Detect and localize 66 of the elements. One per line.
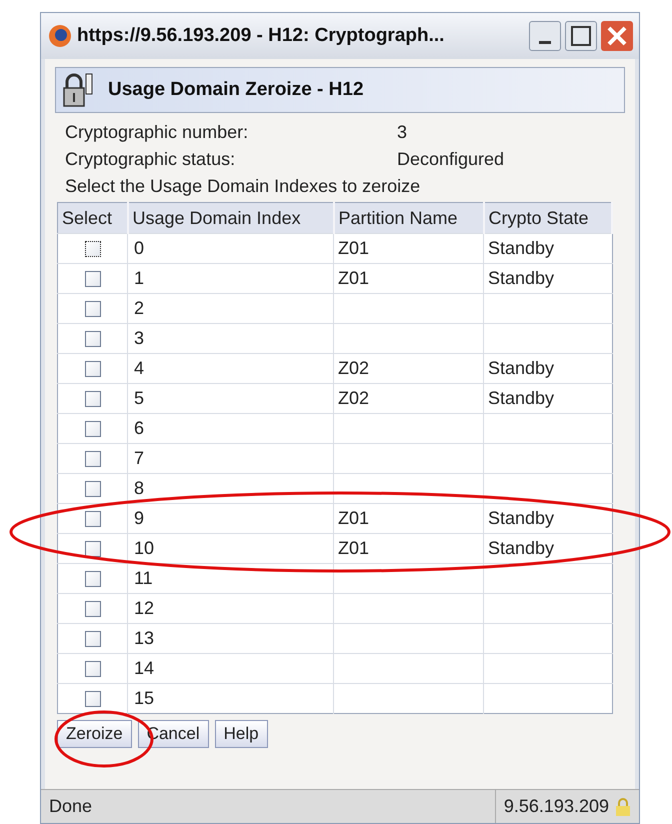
status-text: Done — [48, 795, 94, 818]
table-cell: 9 — [128, 504, 334, 534]
row-checkbox[interactable] — [84, 420, 100, 436]
row-checkbox[interactable] — [84, 600, 100, 616]
table-cell: Z02 — [334, 384, 484, 414]
table-cell: Standby — [484, 534, 612, 564]
table-cell: 10 — [128, 534, 334, 564]
info-value: 3 — [397, 121, 408, 144]
maximize-button[interactable] — [565, 21, 597, 51]
table-cell: 14 — [128, 654, 334, 684]
table-cell: 5 — [128, 384, 334, 414]
dialog-button[interactable]: Help — [214, 720, 268, 748]
row-checkbox[interactable] — [84, 240, 100, 256]
column-header: Usage Domain Index — [128, 202, 334, 234]
table-cell: 4 — [128, 354, 334, 384]
close-icon — [606, 25, 628, 47]
column-header: Partition Name — [334, 202, 484, 234]
table-cell: Z01 — [334, 504, 484, 534]
row-checkbox[interactable] — [84, 690, 100, 706]
row-checkbox[interactable] — [84, 330, 100, 346]
row-checkbox[interactable] — [84, 630, 100, 646]
info-label: Cryptographic number: — [65, 121, 250, 144]
info-value: Deconfigured — [397, 148, 504, 171]
table-cell: Standby — [484, 504, 612, 534]
close-button[interactable] — [601, 21, 633, 51]
row-checkbox[interactable] — [84, 510, 100, 526]
table-cell: 13 — [128, 624, 334, 654]
table-cell: Standby — [484, 384, 612, 414]
row-checkbox[interactable] — [84, 390, 100, 406]
table-cell: Standby — [484, 234, 612, 264]
table-cell: 8 — [128, 474, 334, 504]
status-address: 9.56.193.209 — [504, 795, 609, 818]
dialog-title: Usage Domain Zeroize - H12 — [108, 78, 364, 102]
table-cell: Z02 — [334, 354, 484, 384]
row-checkbox[interactable] — [84, 570, 100, 586]
table-cell: Z01 — [334, 234, 484, 264]
table-cell: 11 — [128, 564, 334, 594]
table-cell: Z01 — [334, 264, 484, 294]
window-title: https://9.56.193.209 - H12: Cryptograph... — [77, 24, 446, 48]
column-header: Select — [58, 202, 128, 234]
column-header: Crypto State — [484, 202, 612, 234]
table-cell: 2 — [128, 294, 334, 324]
instruction-text: Select the Usage Domain Indexes to zeroize — [65, 175, 422, 198]
padlock-icon — [615, 796, 631, 816]
row-checkbox[interactable] — [84, 270, 100, 286]
table-cell: 1 — [128, 264, 334, 294]
table-cell: 15 — [128, 684, 334, 714]
table-cell: Z01 — [334, 534, 484, 564]
minimize-button[interactable] — [529, 21, 561, 51]
row-checkbox[interactable] — [84, 300, 100, 316]
table-cell: 3 — [128, 324, 334, 354]
row-checkbox[interactable] — [84, 660, 100, 676]
table-cell: 7 — [128, 444, 334, 474]
row-checkbox[interactable] — [84, 450, 100, 466]
row-checkbox[interactable] — [84, 540, 100, 556]
table-cell: 6 — [128, 414, 334, 444]
globe-icon — [47, 23, 73, 49]
row-checkbox[interactable] — [84, 360, 100, 376]
table-cell: 0 — [128, 234, 334, 264]
dialog-button[interactable]: Zeroize — [57, 720, 132, 748]
lock-key-icon — [62, 72, 94, 108]
table-cell: Standby — [484, 264, 612, 294]
table-cell: 12 — [128, 594, 334, 624]
table-cell: Standby — [484, 354, 612, 384]
info-label: Cryptographic status: — [65, 148, 236, 171]
row-checkbox[interactable] — [84, 480, 100, 496]
